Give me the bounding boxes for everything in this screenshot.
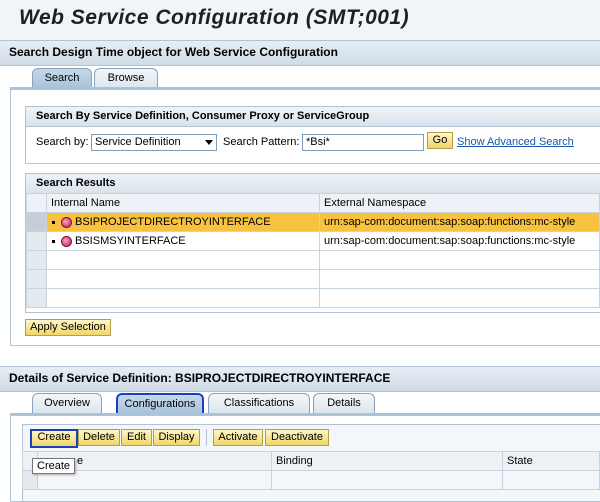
table-header-row: e Binding State — [22, 451, 600, 484]
show-advanced-search-link[interactable]: Show Advanced Search — [457, 136, 574, 148]
row-selector[interactable] — [26, 269, 47, 289]
search-results-table: Internal Name External Namespace BSIPROJ… — [26, 193, 600, 308]
column-header-name-text: e — [77, 455, 84, 467]
search-pattern-label: Search Pattern: — [223, 136, 300, 148]
table-cell-name: BSISMSYINTERFACE — [46, 231, 320, 251]
empty-cell — [271, 470, 503, 490]
go-button[interactable]: Go — [427, 132, 453, 149]
create-button[interactable]: Create — [30, 429, 78, 448]
row-selector[interactable] — [26, 288, 47, 308]
title-bar: Web Service Configuration (SMT;001) — [0, 0, 600, 41]
page-title: Web Service Configuration (SMT;001) — [19, 6, 410, 29]
details-panel-title: Details of Service Definition: BSIPROJEC… — [9, 371, 391, 385]
table-row[interactable]: BSIPROJECTDIRECTROYINTERFACE urn:sap-com… — [26, 212, 600, 232]
tab-browse[interactable]: Browse — [94, 68, 158, 88]
details-panel-header: Details of Service Definition: BSIPROJEC… — [0, 366, 600, 392]
tab-overview[interactable]: Overview — [32, 393, 102, 413]
search-pattern-value: *Bsi* — [306, 136, 330, 148]
chevron-down-icon — [205, 140, 213, 145]
column-header-state: State — [502, 451, 600, 471]
table-row-empty — [26, 269, 600, 289]
table-row-empty — [22, 470, 600, 490]
search-criteria-title: Search By Service Definition, Consumer P… — [36, 110, 370, 122]
table-header-row: Internal Name External Namespace — [26, 193, 600, 213]
row-namespace: urn:sap-com:document:sap:soap:functions:… — [319, 231, 600, 251]
display-button[interactable]: Display — [153, 429, 200, 446]
activate-button[interactable]: Activate — [213, 429, 263, 446]
service-definition-icon — [61, 216, 72, 228]
column-header-binding: Binding — [271, 451, 503, 471]
table-cell-name: BSIPROJECTDIRECTROYINTERFACE — [46, 212, 320, 232]
empty-cell — [502, 470, 600, 490]
row-name: BSISMSYINTERFACE — [75, 235, 186, 247]
search-results-header: Search Results — [26, 174, 600, 194]
apply-selection-button[interactable]: Apply Selection — [25, 319, 111, 336]
search-panel-header: Search Design Time object for Web Servic… — [0, 40, 600, 66]
search-panel-title: Search Design Time object for Web Servic… — [9, 45, 338, 59]
search-by-select[interactable]: Service Definition — [91, 134, 217, 151]
column-header-external-namespace: External Namespace — [319, 193, 600, 213]
search-results-title: Search Results — [36, 177, 116, 189]
empty-cell — [46, 269, 320, 289]
bullet-icon — [52, 239, 55, 243]
service-definition-icon — [61, 235, 72, 247]
tab-search[interactable]: Search — [32, 68, 92, 88]
table-row[interactable]: BSISMSYINTERFACE urn:sap-com:document:sa… — [26, 231, 600, 251]
deactivate-button[interactable]: Deactivate — [265, 429, 329, 446]
delete-button[interactable]: Delete — [78, 429, 120, 446]
create-tooltip: Create — [32, 458, 76, 474]
table-row-empty — [26, 250, 600, 270]
configurations-table: e Binding State — [22, 451, 600, 490]
search-criteria-header: Search By Service Definition, Consumer P… — [26, 107, 600, 127]
empty-cell — [319, 288, 600, 308]
row-selector[interactable] — [26, 250, 47, 270]
row-namespace: urn:sap-com:document:sap:soap:functions:… — [319, 212, 600, 232]
search-pattern-input[interactable]: *Bsi* — [302, 134, 424, 151]
tab-classifications[interactable]: Classifications — [208, 393, 310, 413]
empty-cell — [319, 269, 600, 289]
empty-cell — [319, 250, 600, 270]
toolbar-separator — [206, 429, 207, 446]
row-name: BSIPROJECTDIRECTROYINTERFACE — [75, 216, 271, 228]
empty-cell — [46, 250, 320, 270]
column-header-internal-name: Internal Name — [46, 193, 320, 213]
search-by-label: Search by: — [36, 136, 89, 148]
edit-button[interactable]: Edit — [121, 429, 152, 446]
empty-cell — [46, 288, 320, 308]
table-row-empty — [26, 288, 600, 308]
row-selector[interactable] — [26, 231, 47, 251]
tab-details[interactable]: Details — [313, 393, 375, 413]
row-selector[interactable] — [26, 212, 47, 232]
bullet-icon — [52, 220, 55, 224]
search-by-value: Service Definition — [95, 136, 181, 148]
select-all-cell[interactable] — [26, 193, 47, 213]
